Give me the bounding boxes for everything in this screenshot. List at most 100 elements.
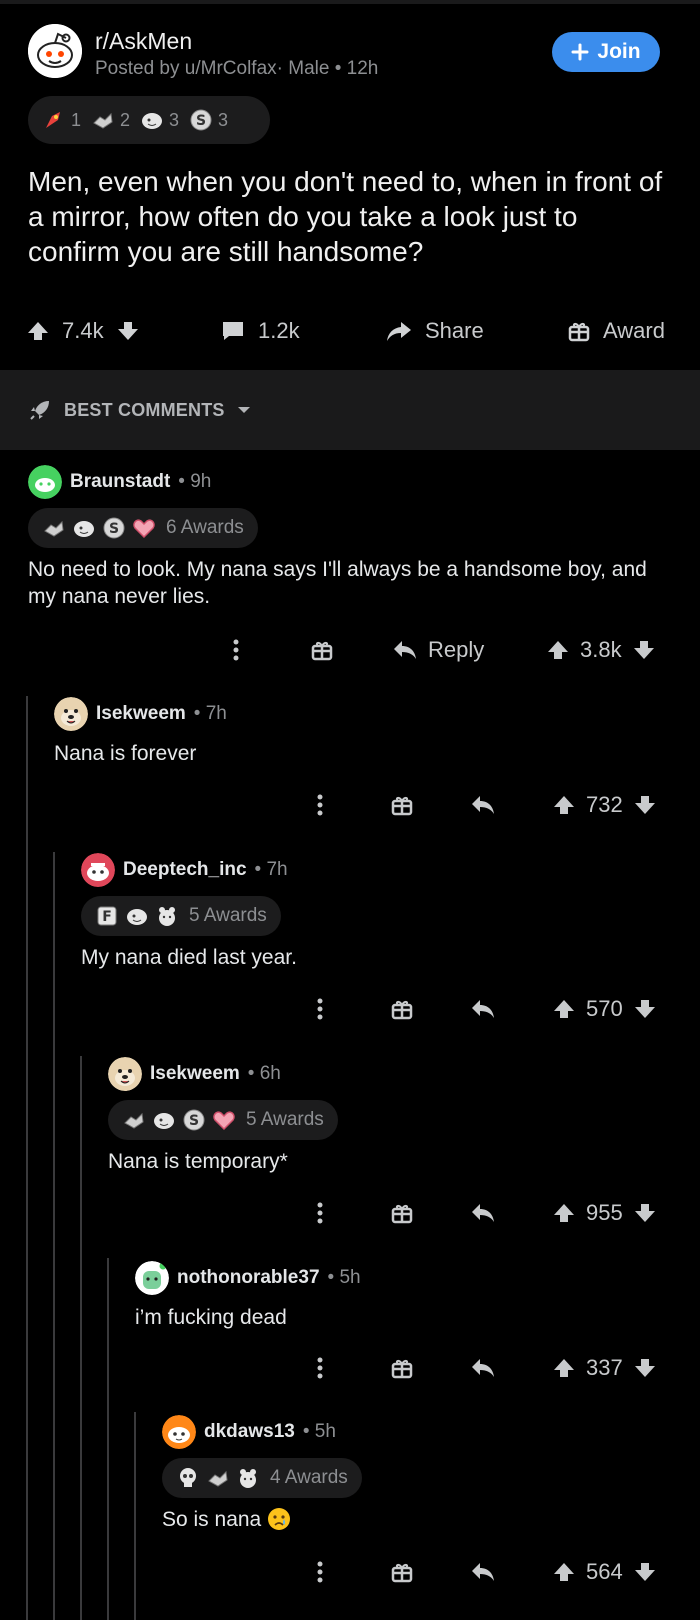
subreddit-name[interactable]: r/AskMen [95, 28, 192, 55]
silver-icon: S [103, 517, 125, 539]
downvote-icon[interactable] [633, 997, 657, 1021]
downvote-icon[interactable] [116, 319, 140, 343]
more-options[interactable] [316, 989, 324, 1029]
thread-line-3[interactable] [80, 1056, 82, 1620]
upvote-icon[interactable] [552, 1201, 576, 1225]
award-comment-button[interactable] [390, 785, 414, 825]
award-comment-button[interactable] [390, 1193, 414, 1233]
reply-button[interactable] [470, 785, 496, 825]
more-icon [317, 1357, 323, 1379]
post-score: 7.4k [62, 318, 104, 343]
post-header: r/AskMen Posted by u/MrColfax· Male • 12… [28, 24, 672, 84]
reply-button[interactable] [470, 989, 496, 1029]
reply-button[interactable]: Reply [392, 630, 484, 670]
silver-icon: S [183, 1109, 205, 1131]
gift-icon [311, 642, 333, 661]
comment-author[interactable]: Deeptech_inc [123, 859, 247, 881]
comments-button[interactable]: 1.2k [220, 318, 300, 344]
avatar[interactable] [54, 697, 88, 731]
more-icon [317, 794, 323, 816]
comment-sort-bar: BEST COMMENTS [0, 370, 700, 450]
upvote-icon[interactable] [26, 319, 50, 343]
bear-icon [240, 1469, 256, 1488]
comment-time: • 5h [302, 1421, 336, 1442]
more-options[interactable] [232, 630, 240, 670]
more-options[interactable] [316, 1193, 324, 1233]
comment-actions: 732 [0, 785, 700, 825]
comment-author[interactable]: dkdaws13 [204, 1421, 295, 1443]
downvote-icon[interactable] [633, 1560, 657, 1584]
more-icon [317, 998, 323, 1020]
subreddit-avatar[interactable] [28, 24, 82, 78]
share-button[interactable]: Share [385, 318, 484, 344]
heart-icon [133, 519, 155, 539]
avatar[interactable] [135, 1261, 169, 1295]
downvote-icon[interactable] [633, 1201, 657, 1225]
helpful-icon [127, 909, 147, 925]
more-icon [233, 639, 239, 661]
comment-author[interactable]: Isekweem [150, 1063, 240, 1085]
comment-header: dkdaws13 • 5h [162, 1414, 662, 1450]
comment-score: 570 [586, 996, 623, 1021]
comment-actions: 337 [0, 1348, 700, 1388]
post-awards[interactable]: 1 2 3 S 3 [28, 96, 270, 144]
join-button[interactable]: Join [552, 32, 660, 72]
gift-icon [391, 797, 413, 816]
downvote-icon[interactable] [633, 1356, 657, 1380]
downvote-icon[interactable] [633, 793, 657, 817]
more-options[interactable] [316, 785, 324, 825]
downvote-icon[interactable] [632, 638, 656, 662]
comment-icon [223, 322, 243, 340]
thread-line-2[interactable] [53, 852, 55, 1620]
top-divider [0, 0, 700, 4]
comment-score: 3.8k [580, 637, 622, 662]
comment-awards[interactable]: 4 Awards [162, 1458, 362, 1498]
award-count: 5 Awards [189, 905, 267, 926]
comment-vote: 955 [552, 1193, 657, 1233]
reply-icon [472, 1563, 494, 1581]
comment-header: Isekweem • 6h [108, 1056, 668, 1092]
reply-button[interactable] [470, 1193, 496, 1233]
upvote-icon[interactable] [552, 997, 576, 1021]
post-meta: Posted by u/MrColfax· Male • 12h [95, 58, 379, 79]
avatar[interactable] [108, 1057, 142, 1091]
caret-down-icon [237, 407, 250, 413]
comment-vote: 564 [552, 1552, 657, 1592]
comment: Isekweem • 7h Nana is forever [54, 696, 674, 767]
avatar[interactable] [81, 853, 115, 887]
reply-button[interactable] [470, 1552, 496, 1592]
award-comment-button[interactable] [310, 630, 334, 670]
thread-line-1[interactable] [26, 696, 28, 1620]
reply-icon [472, 796, 494, 814]
upvote-icon[interactable] [552, 793, 576, 817]
post-title[interactable]: Men, even when you don't need to, when i… [28, 164, 668, 269]
award-button[interactable]: Award [567, 318, 665, 344]
comment: Deeptech_inc • 7h F 5 Awards My nana die… [81, 852, 671, 971]
comment-score: 337 [586, 1355, 623, 1380]
comment-awards[interactable]: F 5 Awards [81, 896, 281, 936]
award-comment-button[interactable] [390, 989, 414, 1029]
comment-author[interactable]: Braunstadt [70, 471, 170, 493]
gift-icon [391, 1564, 413, 1583]
comment-awards[interactable]: S 6 Awards [28, 508, 258, 548]
sort-dropdown[interactable]: BEST COMMENTS [28, 398, 251, 422]
f-icon: F [97, 906, 117, 926]
award-count: 5 Awards [246, 1109, 324, 1130]
upvote-icon[interactable] [546, 638, 570, 662]
more-icon [317, 1202, 323, 1224]
comment-vote: 337 [552, 1348, 657, 1388]
avatar[interactable] [28, 465, 62, 499]
upvote-icon[interactable] [552, 1356, 576, 1380]
plus-icon [571, 43, 589, 61]
more-options[interactable] [316, 1552, 324, 1592]
award-comment-button[interactable] [390, 1348, 414, 1388]
avatar[interactable] [162, 1415, 196, 1449]
comment-awards[interactable]: S 5 Awards [108, 1100, 338, 1140]
comment-author[interactable]: Isekweem [96, 703, 186, 725]
reply-button[interactable] [470, 1348, 496, 1388]
award-comment-button[interactable] [390, 1552, 414, 1592]
more-options[interactable] [316, 1348, 324, 1388]
upvote-icon[interactable] [552, 1560, 576, 1584]
comment-author[interactable]: nothonorable37 [177, 1267, 320, 1289]
gift-icon [568, 323, 590, 342]
